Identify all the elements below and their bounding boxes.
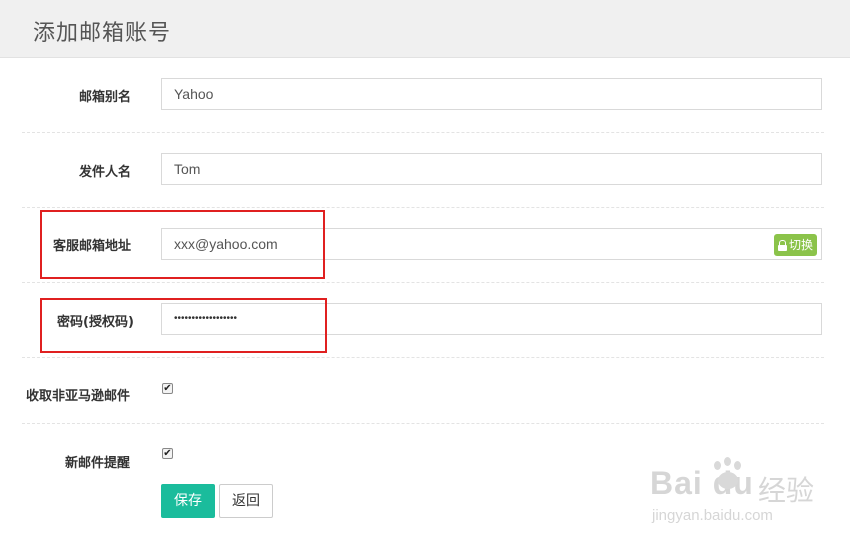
watermark-url: jingyan.baidu.com — [652, 507, 773, 524]
lock-icon — [777, 239, 787, 251]
alias-label: 邮箱别名 — [79, 90, 132, 105]
baidu-jingyan-watermark: Bai du 经验 jingyan.baidu.com — [650, 455, 840, 535]
save-button[interactable]: 保存 — [161, 484, 215, 518]
page-title: 添加邮箱账号 — [33, 21, 172, 46]
receive-non-amazon-checkbox[interactable]: ✔ — [162, 383, 173, 394]
receive-non-amazon-label: 收取非亚马逊邮件 — [26, 389, 131, 404]
watermark-brand: 经验 — [758, 474, 815, 507]
divider — [22, 282, 824, 283]
page-header: 添加邮箱账号 — [0, 0, 850, 58]
divider — [22, 423, 824, 424]
alias-input[interactable]: Yahoo — [161, 78, 822, 110]
sender-name-input[interactable]: Tom — [161, 153, 822, 185]
divider — [22, 132, 824, 133]
switch-button-label: 切换 — [788, 238, 813, 252]
switch-button[interactable]: 切换 — [773, 234, 817, 256]
divider — [22, 207, 824, 208]
sender-name-label: 发件人名 — [79, 165, 132, 180]
highlight-box-password — [40, 298, 327, 353]
paw-icon — [710, 457, 746, 493]
new-mail-alert-checkbox[interactable]: ✔ — [162, 448, 173, 459]
highlight-box-service-email — [40, 210, 325, 279]
new-mail-alert-label: 新邮件提醒 — [65, 456, 131, 471]
back-button[interactable]: 返回 — [219, 484, 273, 518]
divider — [22, 357, 824, 358]
